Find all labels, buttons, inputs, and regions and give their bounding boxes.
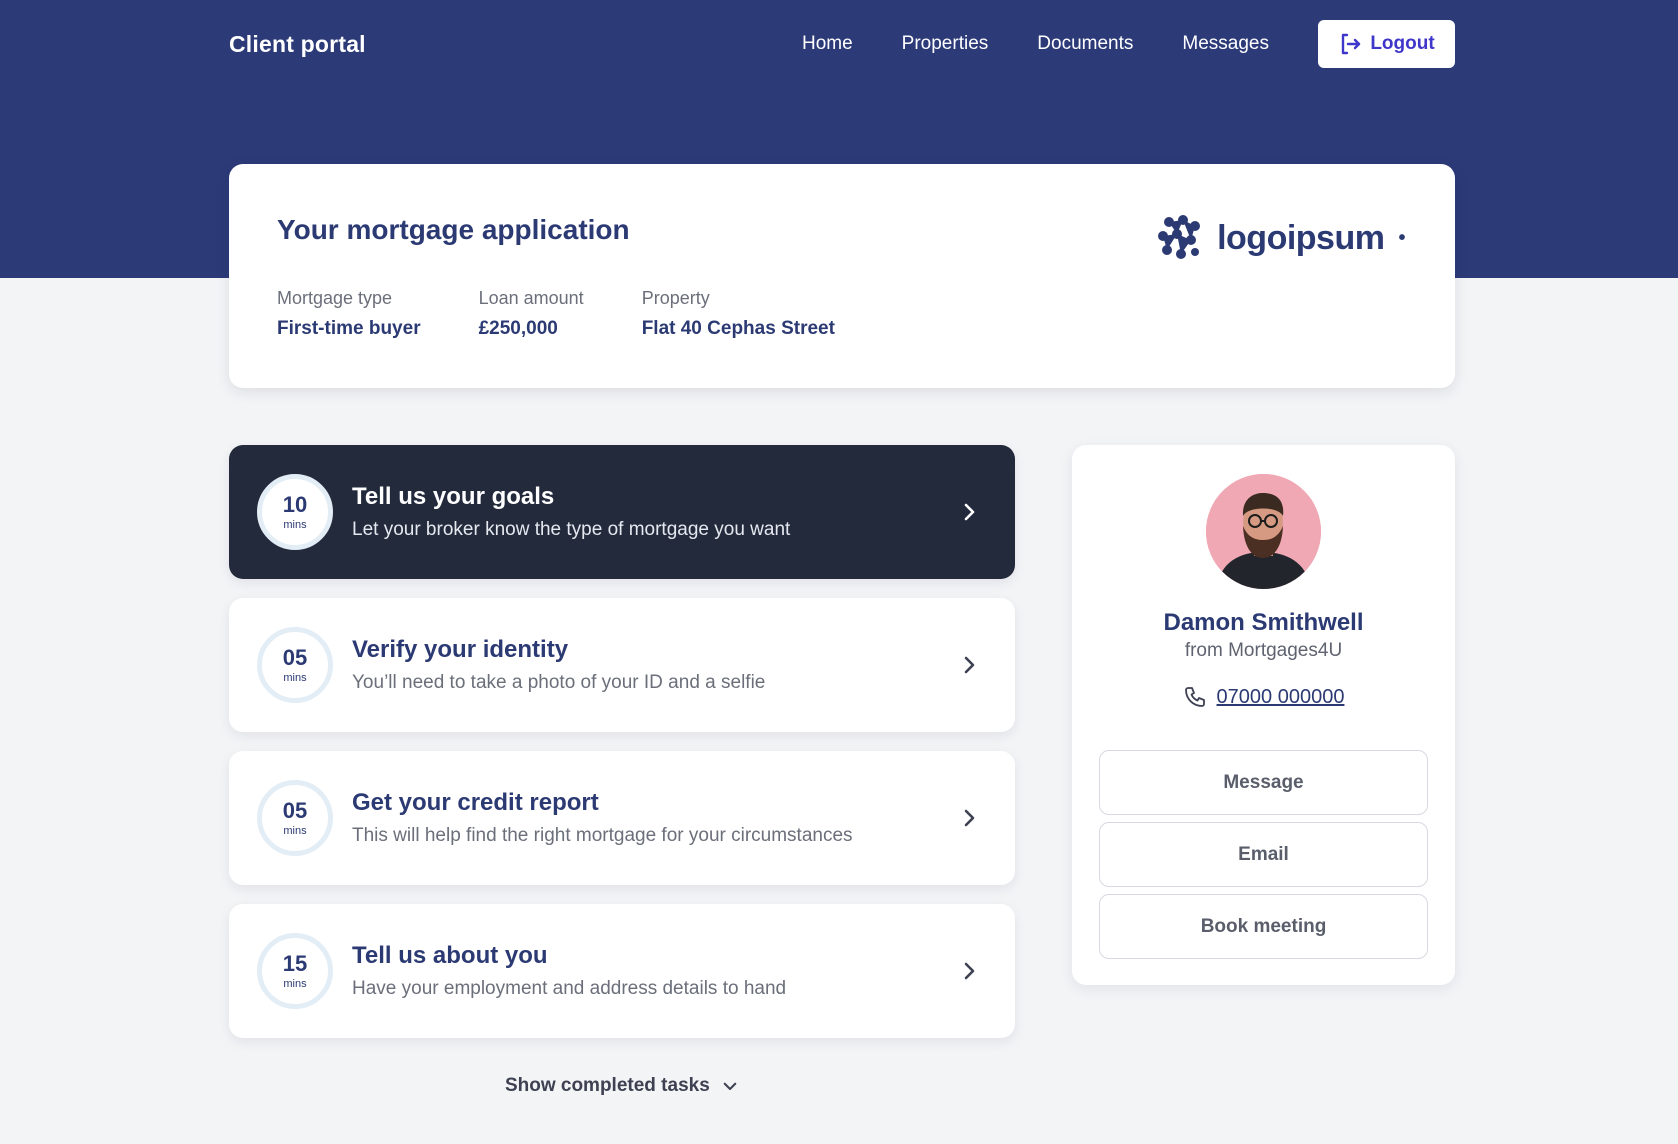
- logout-icon: [1342, 33, 1361, 55]
- task-text: Tell us your goals Let your broker know …: [352, 483, 790, 541]
- logo-text: logoipsum: [1217, 218, 1385, 257]
- task-title: Tell us your goals: [352, 483, 555, 510]
- show-completed-tasks-button[interactable]: Show completed tasks: [229, 1075, 1015, 1097]
- task-timer: 10 mins: [257, 474, 333, 550]
- loan-amount-value: £250,000: [478, 318, 558, 339]
- application-summary-card: Your mortgage application logoipsum • Mo…: [229, 164, 1455, 388]
- mortgage-type-value: First-time buyer: [277, 318, 421, 339]
- nav-messages[interactable]: Messages: [1182, 33, 1269, 55]
- task-card-about-you[interactable]: 15 mins Tell us about you Have your empl…: [229, 904, 1015, 1038]
- mortgage-type: Mortgage type First-time buyer: [277, 288, 421, 340]
- timer-unit: mins: [283, 977, 307, 990]
- task-description: You’ll need to take a photo of your ID a…: [352, 672, 766, 693]
- task-description: Have your employment and address details…: [352, 978, 787, 999]
- logo-mark-icon: [1158, 215, 1201, 259]
- task-text: Get your credit report This will help fi…: [352, 789, 853, 847]
- timer-minutes: 15: [282, 950, 308, 976]
- task-timer: 15 mins: [257, 933, 333, 1009]
- application-details: Mortgage type First-time buyer Loan amou…: [277, 288, 893, 340]
- logout-label: Logout: [1370, 33, 1435, 54]
- broker-name: Damon Smithwell: [1163, 609, 1364, 636]
- book-meeting-button[interactable]: Book meeting: [1099, 894, 1428, 959]
- task-title: Verify your identity: [352, 636, 569, 663]
- task-title: Get your credit report: [352, 789, 599, 816]
- broker-phone: 07000 000000: [1072, 685, 1455, 709]
- avatar: [1206, 474, 1321, 589]
- chevron-right-icon: [964, 656, 975, 674]
- page-title: Your mortgage application: [277, 214, 630, 245]
- phone-icon: [1184, 687, 1205, 707]
- logout-button[interactable]: Logout: [1318, 20, 1455, 68]
- nav-properties[interactable]: Properties: [902, 33, 989, 55]
- broker-company: from Mortgages4U: [1184, 640, 1343, 661]
- top-navigation: Client portal Home Properties Documents …: [229, 20, 1455, 68]
- nav-documents[interactable]: Documents: [1037, 33, 1133, 55]
- loan-amount: Loan amount £250,000: [479, 288, 584, 340]
- task-timer: 05 mins: [257, 780, 333, 856]
- task-description: Let your broker know the type of mortgag…: [352, 519, 791, 540]
- task-card-identity[interactable]: 05 mins Verify your identity You’ll need…: [229, 598, 1015, 732]
- property: Property Flat 40 Cephas Street: [642, 288, 835, 340]
- timer-minutes: 10: [282, 491, 308, 517]
- mortgage-type-label: Mortgage type: [277, 288, 393, 308]
- task-title: Tell us about you: [352, 942, 548, 969]
- nav-home[interactable]: Home: [802, 33, 853, 55]
- chevron-right-icon: [964, 809, 975, 827]
- broker-photo: [1206, 474, 1321, 589]
- loan-amount-label: Loan amount: [478, 288, 584, 308]
- chevron-right-icon: [964, 962, 975, 980]
- chevron-down-icon: [723, 1082, 737, 1091]
- phone-link[interactable]: 07000 000000: [1217, 686, 1345, 709]
- nav-links: Home Properties Documents Messages Logou…: [802, 20, 1455, 68]
- timer-unit: mins: [283, 824, 307, 837]
- task-text: Tell us about you Have your employment a…: [352, 942, 786, 1000]
- email-button[interactable]: Email: [1099, 822, 1428, 887]
- property-value: Flat 40 Cephas Street: [641, 318, 835, 339]
- task-description: This will help find the right mortgage f…: [352, 825, 853, 846]
- logo-dot: •: [1398, 226, 1405, 249]
- brand-title: Client portal: [229, 30, 366, 57]
- company-logo: logoipsum •: [1155, 214, 1405, 262]
- timer-unit: mins: [283, 671, 307, 684]
- show-completed-label: Show completed tasks: [504, 1075, 710, 1096]
- task-timer: 05 mins: [257, 627, 333, 703]
- timer-minutes: 05: [282, 797, 308, 823]
- task-list: 10 mins Tell us your goals Let your brok…: [229, 445, 1015, 1057]
- property-label: Property: [641, 288, 710, 308]
- broker-card: Damon Smithwell from Mortgages4U 07000 0…: [1072, 445, 1455, 985]
- message-button[interactable]: Message: [1099, 750, 1428, 815]
- task-card-credit-report[interactable]: 05 mins Get your credit report This will…: [229, 751, 1015, 885]
- task-text: Verify your identity You’ll need to take…: [352, 636, 765, 694]
- timer-minutes: 05: [282, 644, 308, 670]
- chevron-right-icon: [964, 503, 975, 521]
- timer-unit: mins: [283, 518, 307, 531]
- task-card-goals[interactable]: 10 mins Tell us your goals Let your brok…: [229, 445, 1015, 579]
